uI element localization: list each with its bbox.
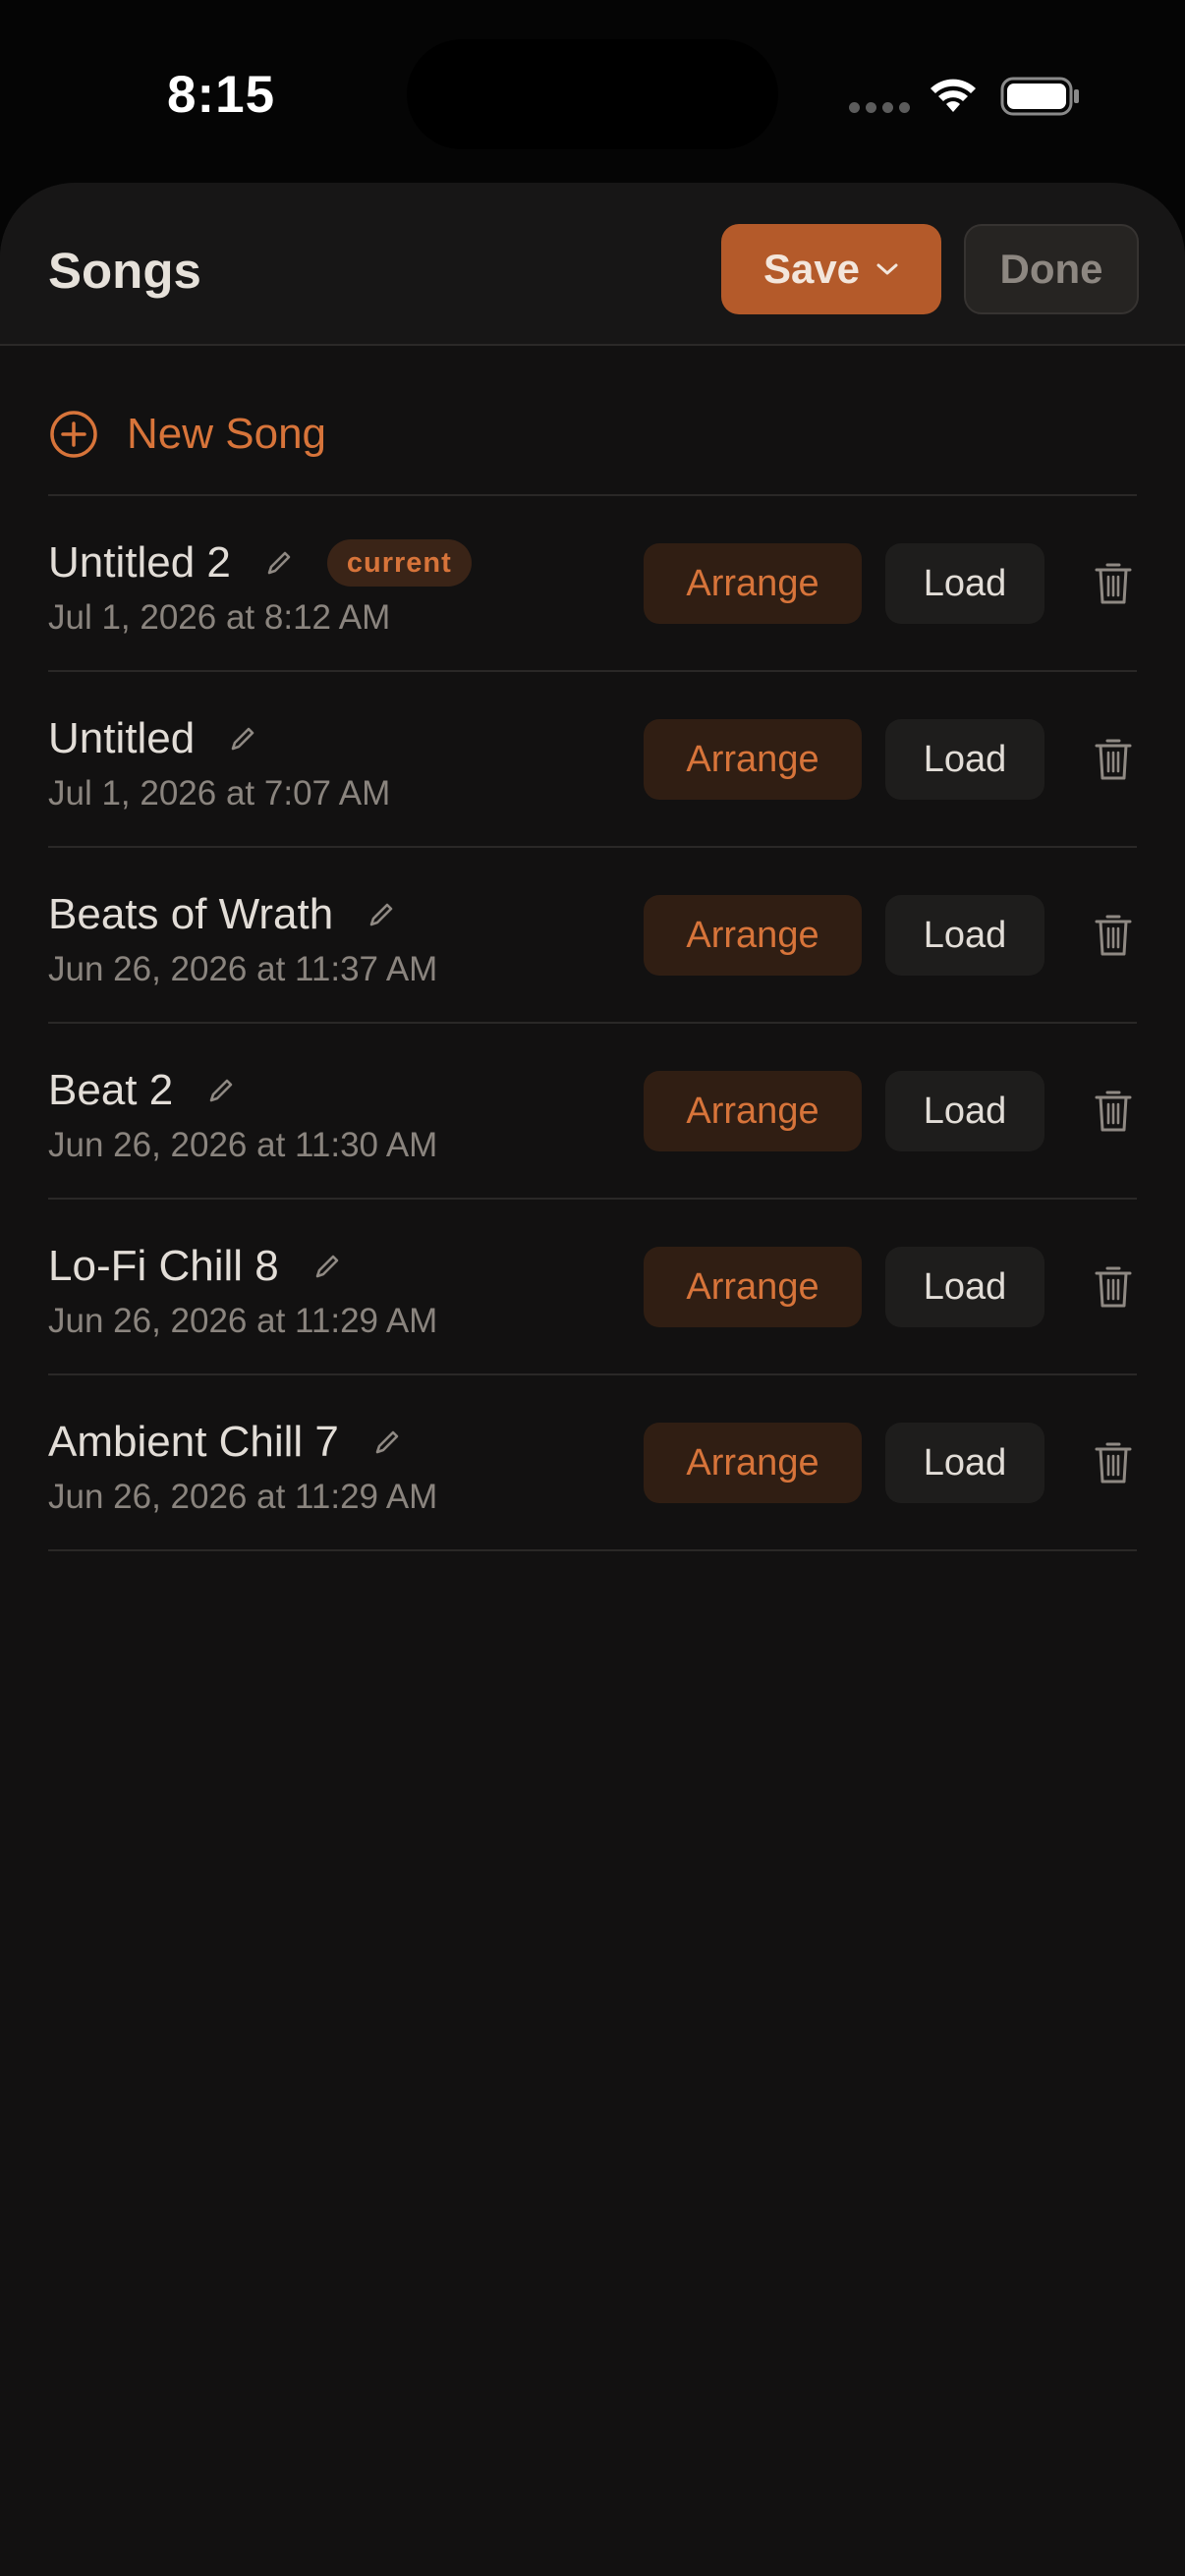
plus-circle-icon — [50, 411, 97, 458]
pencil-icon[interactable] — [264, 548, 294, 578]
song-date: Jul 1, 2026 at 7:07 AM — [48, 774, 391, 812]
wifi-icon — [931, 79, 976, 112]
trash-icon[interactable] — [1094, 913, 1133, 958]
song-name: Ambient Chill 7 — [48, 1418, 339, 1466]
status-time: 8:15 — [167, 66, 276, 124]
arrange-button[interactable]: Arrange — [644, 895, 862, 976]
pencil-icon[interactable] — [206, 1076, 236, 1105]
song-date: Jun 26, 2026 at 11:37 AM — [48, 950, 438, 988]
save-button-label: Save — [762, 246, 861, 292]
song-date: Jun 26, 2026 at 11:30 AM — [48, 1126, 438, 1164]
sheet-header: Songs Save Done — [0, 183, 1185, 346]
pencil-icon[interactable] — [372, 1428, 402, 1457]
trash-icon[interactable] — [1094, 1264, 1133, 1310]
song-row[interactable]: Lo-Fi Chill 8 Jun 26, 2026 at 11:29 AM A… — [48, 1200, 1137, 1375]
pencil-icon[interactable] — [228, 724, 257, 754]
song-name-line: Ambient Chill 7 — [48, 1413, 402, 1472]
save-button[interactable]: Save — [721, 224, 941, 314]
arrange-button[interactable]: Arrange — [644, 1071, 862, 1151]
trash-icon[interactable] — [1094, 561, 1133, 606]
new-song-label: New Song — [127, 410, 327, 458]
load-button[interactable]: Load — [885, 895, 1044, 976]
song-name: Untitled — [48, 714, 196, 762]
song-row[interactable]: Ambient Chill 7 Jun 26, 2026 at 11:29 AM… — [48, 1375, 1137, 1551]
song-row[interactable]: Untitled 2 current Jul 1, 2026 at 8:12 A… — [48, 496, 1137, 672]
pencil-icon[interactable] — [312, 1252, 342, 1281]
song-name: Untitled 2 — [48, 538, 231, 587]
song-row[interactable]: Beats of Wrath Jun 26, 2026 at 11:37 AM … — [48, 848, 1137, 1024]
trash-icon[interactable] — [1094, 1440, 1133, 1485]
song-name: Beats of Wrath — [48, 890, 334, 938]
chevron-down-icon — [876, 263, 898, 275]
song-row[interactable]: Untitled Jul 1, 2026 at 7:07 AM Arrange … — [48, 672, 1137, 848]
songs-sheet: Songs Save Done New Song Untitled 2 curr… — [0, 183, 1185, 2576]
trash-icon[interactable] — [1094, 737, 1133, 782]
dynamic-island — [407, 39, 778, 149]
cellular-signal-icon — [849, 102, 910, 113]
done-button[interactable]: Done — [964, 224, 1139, 314]
song-date: Jul 1, 2026 at 8:12 AM — [48, 598, 391, 637]
song-name-line: Untitled — [48, 709, 257, 768]
song-row[interactable]: Beat 2 Jun 26, 2026 at 11:30 AM Arrange … — [48, 1024, 1137, 1200]
song-name: Lo-Fi Chill 8 — [48, 1242, 279, 1290]
load-button[interactable]: Load — [885, 1247, 1044, 1327]
status-bar: 8:15 — [0, 0, 1185, 187]
battery-icon — [1000, 77, 1079, 116]
trash-icon[interactable] — [1094, 1089, 1133, 1134]
pencil-icon[interactable] — [367, 900, 396, 929]
song-date: Jun 26, 2026 at 11:29 AM — [48, 1302, 438, 1340]
song-name: Beat 2 — [48, 1066, 174, 1114]
song-name-line: Untitled 2 current — [48, 533, 472, 592]
load-button[interactable]: Load — [885, 1423, 1044, 1503]
screen: 8:15 Songs Save Done New Song Untitled 2… — [0, 0, 1185, 2576]
load-button[interactable]: Load — [885, 719, 1044, 800]
load-button[interactable]: Load — [885, 1071, 1044, 1151]
arrange-button[interactable]: Arrange — [644, 543, 862, 624]
arrange-button[interactable]: Arrange — [644, 1423, 862, 1503]
song-name-line: Lo-Fi Chill 8 — [48, 1237, 342, 1296]
arrange-button[interactable]: Arrange — [644, 719, 862, 800]
song-name-line: Beat 2 — [48, 1061, 236, 1120]
page-title: Songs — [48, 243, 201, 299]
song-list: Untitled 2 current Jul 1, 2026 at 8:12 A… — [48, 496, 1137, 1551]
current-badge: current — [326, 539, 472, 587]
load-button[interactable]: Load — [885, 543, 1044, 624]
song-name-line: Beats of Wrath — [48, 885, 396, 944]
song-date: Jun 26, 2026 at 11:29 AM — [48, 1478, 438, 1516]
arrange-button[interactable]: Arrange — [644, 1247, 862, 1327]
new-song-button[interactable]: New Song — [48, 397, 326, 472]
